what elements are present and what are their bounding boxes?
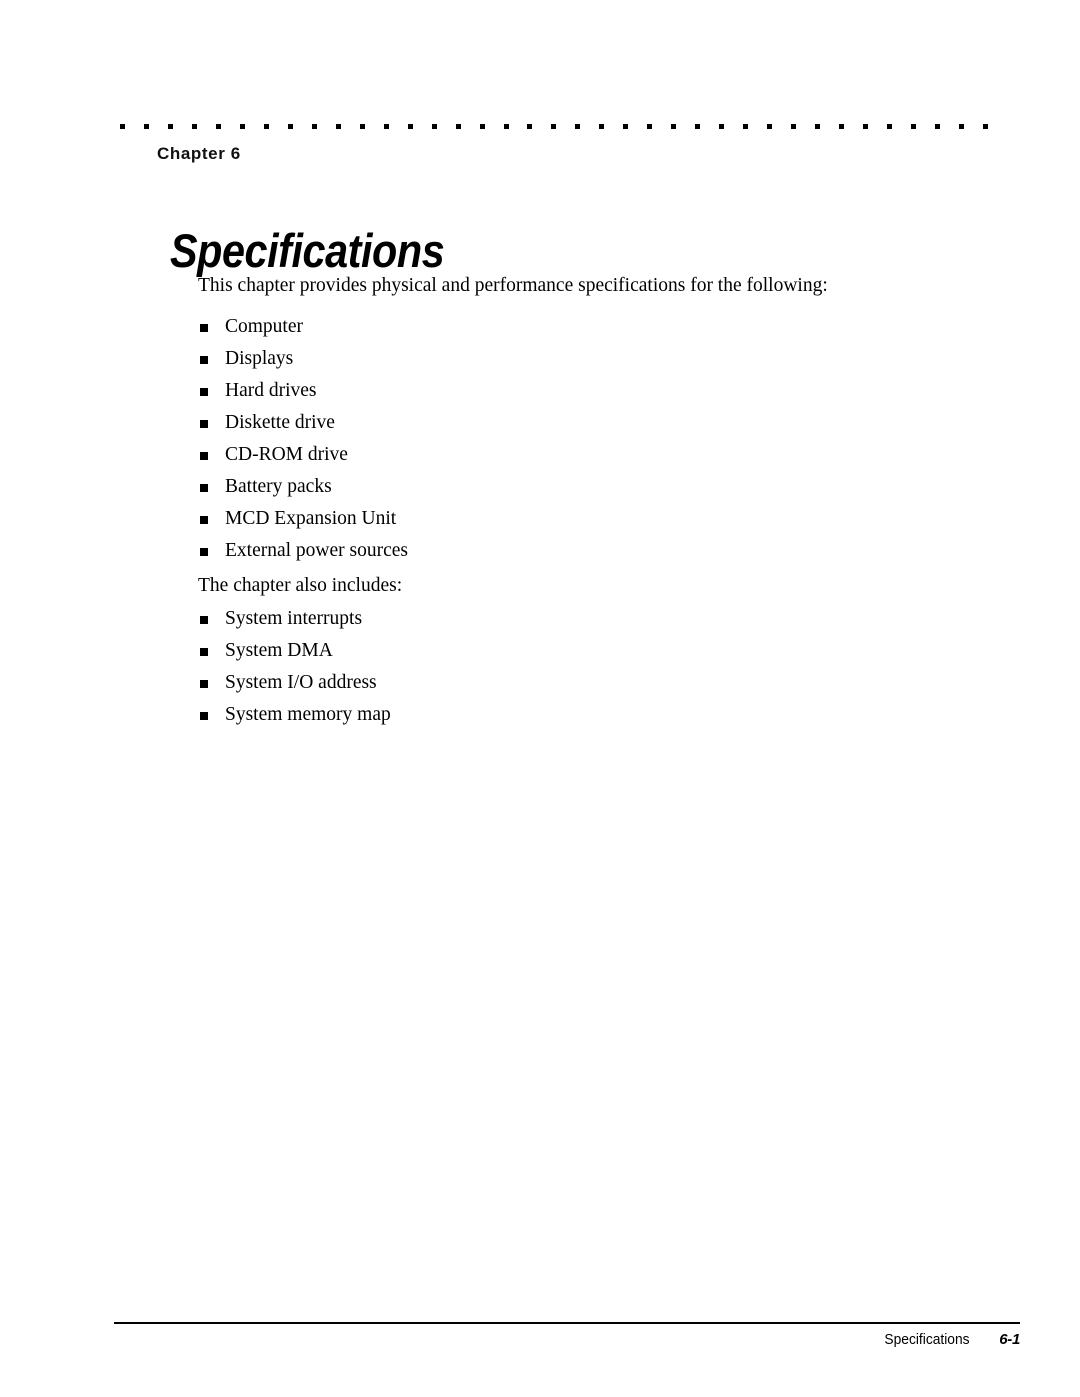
list-item-label: Battery packs xyxy=(225,476,332,497)
footer-divider xyxy=(114,1322,1020,1324)
rule-dot xyxy=(215,123,221,129)
rule-dot xyxy=(958,123,964,129)
rule-dot xyxy=(383,123,389,129)
rule-dot xyxy=(239,123,245,129)
primary-topic-list: Computer Displays Hard drives Diskette d… xyxy=(198,311,898,567)
rule-dot xyxy=(599,123,605,129)
rule-dot xyxy=(335,123,341,129)
rule-dot xyxy=(575,123,581,129)
list-item: System interrupts xyxy=(198,603,898,635)
footer-chapter-name: Specifications xyxy=(884,1331,970,1348)
rule-dot xyxy=(695,123,701,129)
intro-paragraph: This chapter provides physical and perfo… xyxy=(198,275,828,296)
header-dotted-rule xyxy=(120,123,988,129)
square-bullet-icon xyxy=(200,712,208,720)
square-bullet-icon xyxy=(200,516,208,524)
list-item: CD-ROM drive xyxy=(198,439,898,471)
rule-dot xyxy=(934,123,940,129)
square-bullet-icon xyxy=(200,548,208,556)
rule-dot xyxy=(551,123,557,129)
rule-dot xyxy=(191,123,197,129)
rule-dot xyxy=(767,123,773,129)
rule-dot xyxy=(120,123,125,129)
list-item-label: Computer xyxy=(225,316,303,337)
rule-dot xyxy=(527,123,533,129)
rule-dot xyxy=(863,123,869,129)
rule-dot xyxy=(407,123,413,129)
rule-dot xyxy=(263,123,269,129)
rule-dot xyxy=(839,123,845,129)
square-bullet-icon xyxy=(200,452,208,460)
list-item-label: MCD Expansion Unit xyxy=(225,508,397,529)
footer-page-number: 6-1 xyxy=(999,1331,1020,1348)
rule-dot xyxy=(287,123,293,129)
square-bullet-icon xyxy=(200,324,208,332)
list-item: Battery packs xyxy=(198,471,898,503)
list-item: MCD Expansion Unit xyxy=(198,503,898,535)
list-item: External power sources xyxy=(198,535,898,567)
rule-dot xyxy=(431,123,437,129)
list-item-label: CD-ROM drive xyxy=(225,444,348,465)
rule-dot xyxy=(982,123,988,129)
list-item-label: Diskette drive xyxy=(225,412,335,433)
list-item: Hard drives xyxy=(198,375,898,407)
list-item: Displays xyxy=(198,343,898,375)
list-item-label: Hard drives xyxy=(225,380,317,401)
rule-dot xyxy=(887,123,892,129)
list-item: Computer xyxy=(198,311,898,343)
rule-dot xyxy=(815,123,821,129)
list-item: Diskette drive xyxy=(198,407,898,439)
secondary-intro-paragraph: The chapter also includes: xyxy=(198,575,403,596)
square-bullet-icon xyxy=(200,680,208,688)
rule-dot xyxy=(647,123,653,129)
list-item-label: System interrupts xyxy=(225,608,363,629)
list-item-label: System I/O address xyxy=(225,672,377,693)
square-bullet-icon xyxy=(200,616,208,624)
rule-dot xyxy=(623,123,629,129)
rule-dot xyxy=(743,123,749,129)
rule-dot xyxy=(719,123,725,129)
square-bullet-icon xyxy=(200,648,208,656)
square-bullet-icon xyxy=(200,420,208,428)
rule-dot xyxy=(359,123,365,129)
list-item-label: System DMA xyxy=(225,640,333,661)
rule-dot xyxy=(503,123,509,129)
body-column: This chapter provides physical and perfo… xyxy=(198,270,898,731)
rule-dot xyxy=(479,123,485,129)
square-bullet-icon xyxy=(200,356,208,364)
list-item: System DMA xyxy=(198,635,898,667)
secondary-topic-list: System interrupts System DMA System I/O … xyxy=(198,603,898,731)
list-item-label: Displays xyxy=(225,348,294,369)
square-bullet-icon xyxy=(200,484,208,492)
page-footer: Specifications 6-1 xyxy=(114,1331,1020,1348)
rule-dot xyxy=(167,123,173,129)
document-page: Chapter 6 Specifications This chapter pr… xyxy=(0,0,1080,1397)
rule-dot xyxy=(455,123,461,129)
rule-dot xyxy=(311,123,317,129)
list-item-label: System memory map xyxy=(225,704,391,725)
rule-dot xyxy=(910,123,916,129)
square-bullet-icon xyxy=(200,388,208,396)
rule-dot xyxy=(143,123,149,129)
rule-dot xyxy=(791,123,797,129)
list-item-label: External power sources xyxy=(225,540,409,561)
rule-dot xyxy=(671,123,677,129)
chapter-label: Chapter 6 xyxy=(157,144,241,163)
list-item: System I/O address xyxy=(198,667,898,699)
list-item: System memory map xyxy=(198,699,898,731)
